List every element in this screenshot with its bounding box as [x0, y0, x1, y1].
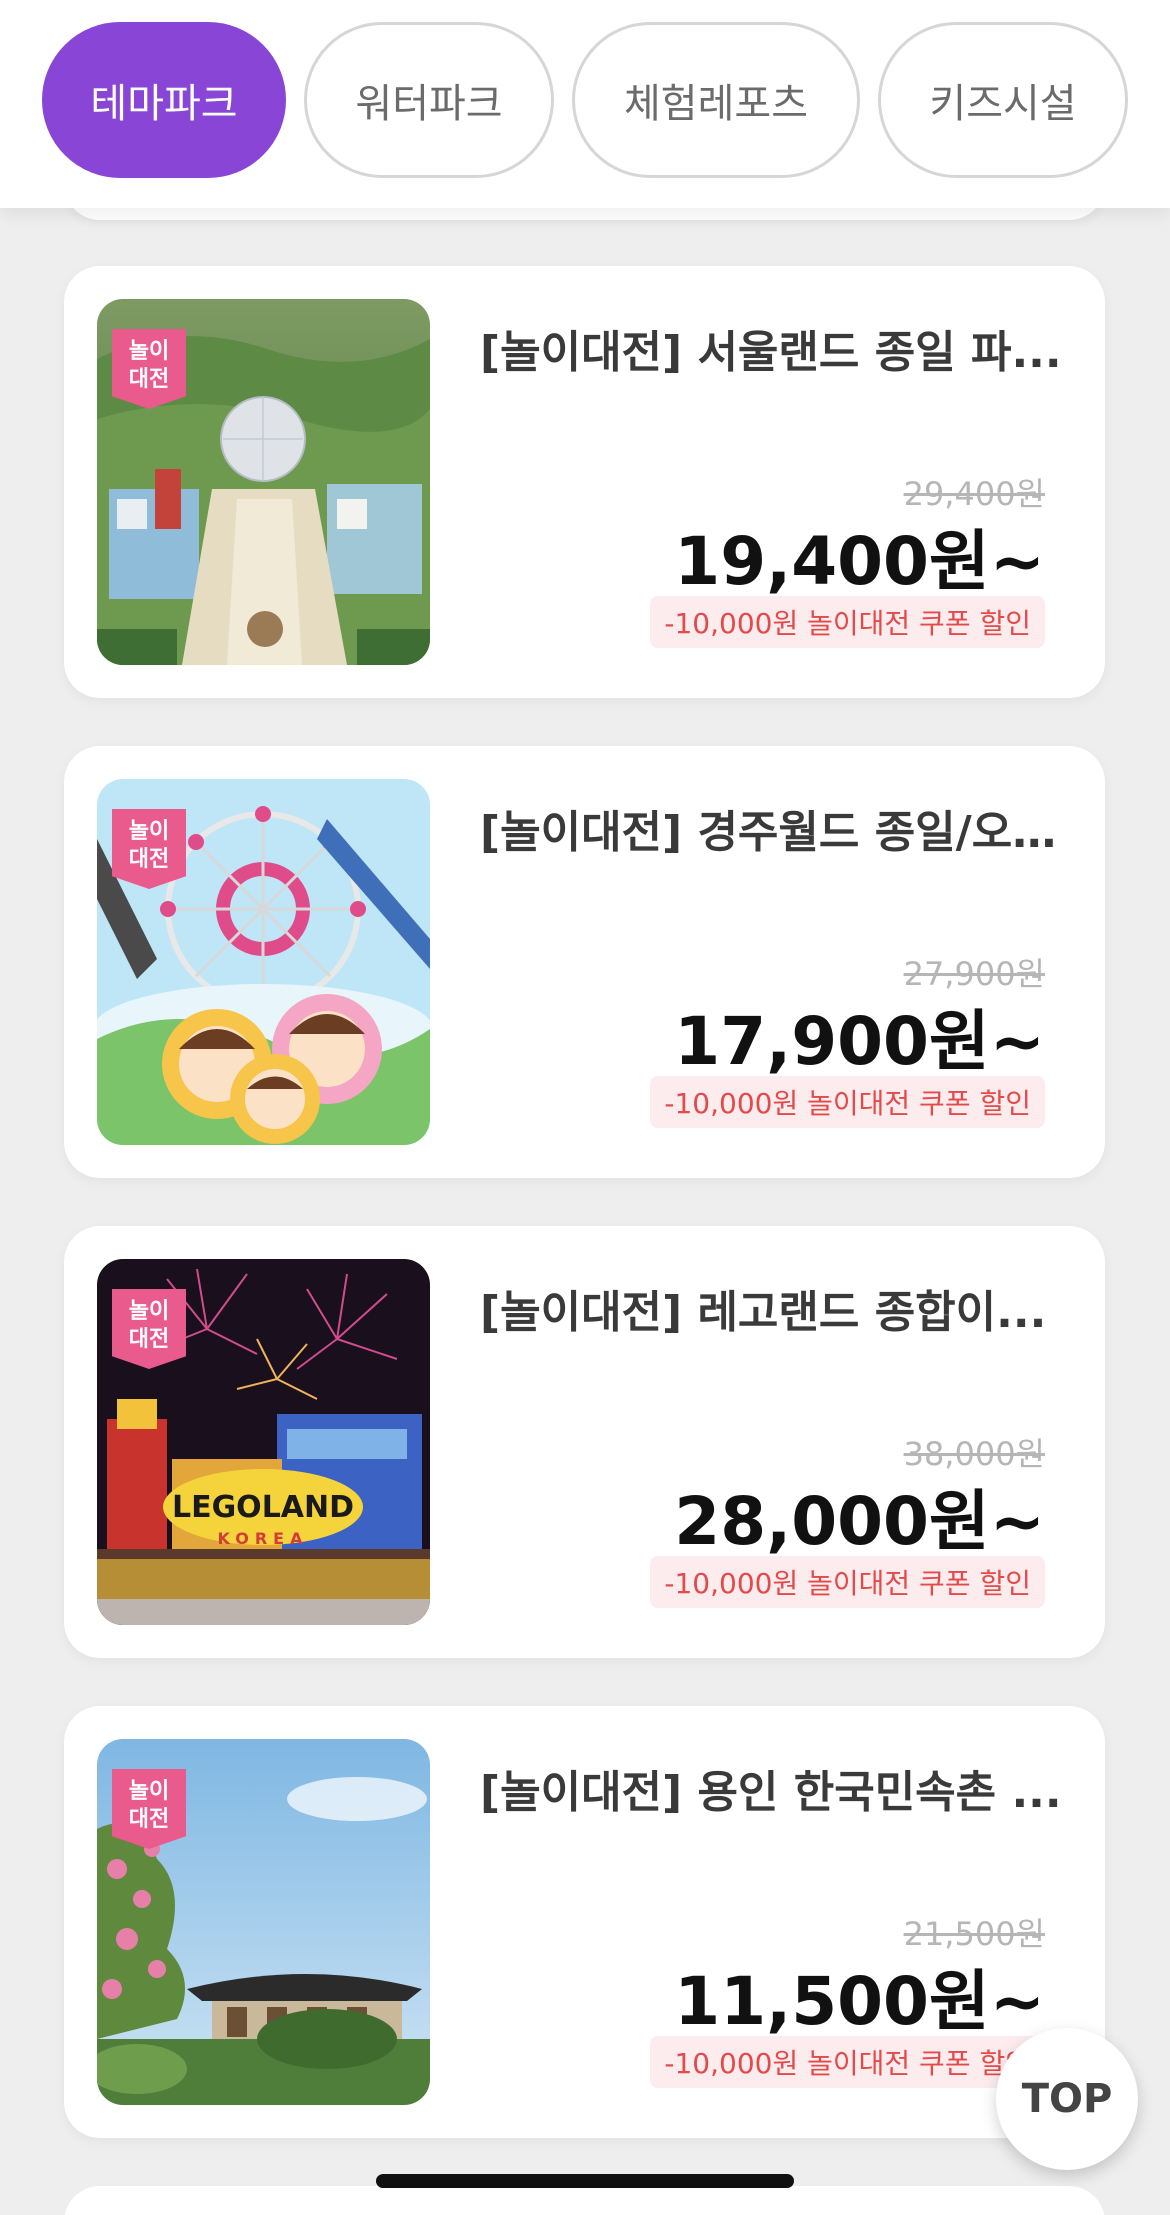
chip-experience-sports[interactable]: 체험레포츠	[572, 22, 860, 178]
chip-kids-facility[interactable]: 키즈시설	[878, 22, 1128, 178]
scroll-to-top-button[interactable]: TOP	[996, 2028, 1138, 2170]
legoland-logo-sub: KOREA	[218, 1529, 309, 1548]
sale-price: 17,900원~	[674, 1003, 1045, 1080]
product-title[interactable]: [놀이대전] 레고랜드 종합이...	[480, 1276, 1062, 1340]
product-card-partial[interactable]	[64, 2186, 1105, 2215]
product-image-seoulland[interactable]: 놀이 대전	[97, 299, 430, 665]
coupon-discount-tag: -10,000원 놀이대전 쿠폰 할인	[650, 1556, 1045, 1608]
sale-price: 19,400원~	[674, 523, 1045, 600]
product-image-gyeongjuworld[interactable]: 놀이 대전	[97, 779, 430, 1145]
product-card[interactable]: LEGOLAND KOREA 놀이 대전 [놀이대전] 레고랜드 종합이... 3…	[64, 1226, 1105, 1658]
coupon-discount-tag: -10,000원 놀이대전 쿠폰 할인	[650, 596, 1045, 648]
coupon-discount-tag: -10,000원 놀이대전 쿠폰 할인	[650, 1076, 1045, 1128]
product-card[interactable]: 놀이 대전 [놀이대전] 서울랜드 종일 파... 29,400원 19,400원…	[64, 266, 1105, 698]
home-indicator[interactable]	[376, 2174, 794, 2188]
product-image-korean-folk-village[interactable]: 놀이 대전	[97, 1739, 430, 2105]
product-image-legoland[interactable]: LEGOLAND KOREA 놀이 대전	[97, 1259, 430, 1625]
sale-price: 11,500원~	[674, 1963, 1045, 2040]
product-title[interactable]: [놀이대전] 용인 한국민속촌 ...	[480, 1756, 1062, 1820]
category-chip-bar: 테마파크 워터파크 체험레포츠 키즈시설	[0, 0, 1170, 208]
sale-badge: 놀이 대전	[112, 329, 186, 409]
coupon-discount-tag: -10,000원 놀이대전 쿠폰 할인	[650, 2036, 1045, 2088]
app-screen: 테마파크 워터파크 체험레포츠 키즈시설 놀이 대전 [놀이대전] 서울랜드 종…	[0, 0, 1170, 2215]
product-card[interactable]: 놀이 대전 [놀이대전] 경주월드 종일/오... 27,900원 17,900원…	[64, 746, 1105, 1178]
product-title[interactable]: [놀이대전] 서울랜드 종일 파...	[480, 316, 1062, 380]
sale-badge: 놀이 대전	[112, 1769, 186, 1849]
legoland-logo-text: LEGOLAND	[172, 1490, 354, 1525]
product-title[interactable]: [놀이대전] 경주월드 종일/오...	[480, 796, 1062, 860]
sale-price: 28,000원~	[674, 1483, 1045, 1560]
chip-theme-park[interactable]: 테마파크	[42, 22, 286, 178]
chip-water-park[interactable]: 워터파크	[304, 22, 554, 178]
sale-badge: 놀이 대전	[112, 809, 186, 889]
product-card[interactable]: 놀이 대전 [놀이대전] 용인 한국민속촌 ... 21,500원 11,500원…	[64, 1706, 1105, 2138]
sale-badge: 놀이 대전	[112, 1289, 186, 1369]
